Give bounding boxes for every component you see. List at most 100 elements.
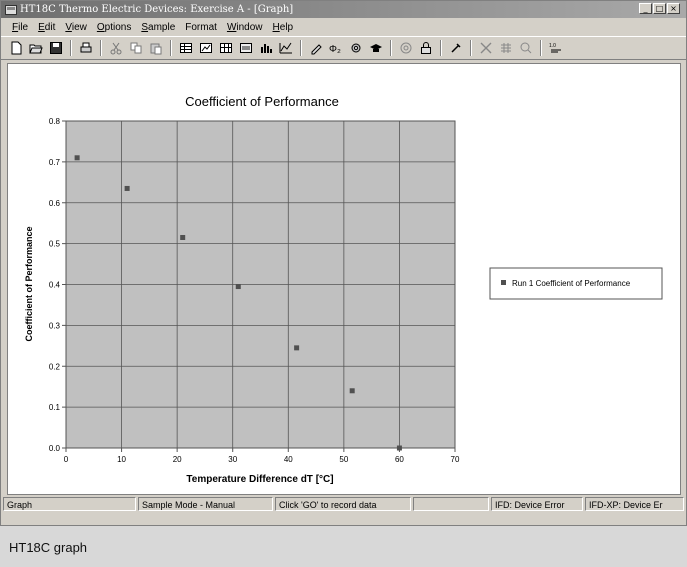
settings-tool-button[interactable] (347, 39, 365, 57)
line-chart-icon (279, 42, 292, 54)
toolbar-separator (540, 40, 542, 56)
x-tick-label: 60 (395, 455, 404, 464)
calculator-icon (501, 43, 511, 53)
probe-tool-button[interactable] (447, 39, 465, 57)
y-tick-label: 0.8 (49, 117, 61, 126)
open-folder-icon (29, 44, 43, 54)
results-tool-button[interactable] (237, 39, 255, 57)
x-tick-label: 40 (284, 455, 293, 464)
toolbar-separator (100, 40, 102, 56)
app-icon (5, 4, 17, 15)
svg-text:Φ₂: Φ₂ (329, 44, 341, 55)
cut-icon (110, 42, 122, 55)
save-tool-button[interactable] (47, 39, 65, 57)
data-point (349, 388, 355, 394)
window-controls: _ □ × (639, 3, 680, 14)
toolbar-separator (300, 40, 302, 56)
bar-chart-tool-button[interactable] (257, 39, 275, 57)
cut-tool-button[interactable] (107, 39, 125, 57)
print-icon (80, 42, 92, 53)
menu-window[interactable]: Window (222, 22, 268, 33)
copy-tool-button[interactable] (127, 39, 145, 57)
legend-marker (501, 280, 506, 285)
y-axis-ticks: 0.0 0.1 0.2 0.3 0.4 0.5 0.6 0.7 0.8 (49, 117, 66, 453)
copy-icon (130, 42, 142, 54)
menu-bar: File Edit View Options Sample Format Win… (1, 18, 686, 36)
menu-format-label: Format (185, 21, 217, 33)
toolbar: Φ₂ 1.0 (1, 36, 686, 60)
menu-file-label: ile (18, 21, 29, 33)
lock-tool-button[interactable] (417, 39, 435, 57)
grid-view-tool-button[interactable] (217, 39, 235, 57)
toolbar-separator (390, 40, 392, 56)
status-ifd: IFD: Device Error (491, 497, 583, 511)
figure-caption: HT18C graph (9, 540, 88, 555)
new-file-tool-button[interactable] (7, 39, 25, 57)
data-point (124, 185, 130, 191)
paste-icon (150, 43, 162, 55)
x-axis-label: Temperature Difference dT [°C] (186, 474, 333, 485)
menu-view-label: iew (71, 21, 87, 33)
menu-format[interactable]: Format (180, 22, 222, 33)
paste-tool-button[interactable] (147, 39, 165, 57)
open-folder-tool-button[interactable] (27, 39, 45, 57)
menu-help[interactable]: Help (268, 22, 299, 33)
toolbar-separator (70, 40, 72, 56)
app-window: HT18C Thermo Electric Devices: Exercise … (0, 0, 687, 526)
x-tool-button[interactable] (477, 39, 495, 57)
menu-help-mnemonic: H (272, 21, 280, 33)
search-tool-button[interactable] (517, 39, 535, 57)
new-file-icon (11, 41, 22, 55)
data-point (235, 284, 241, 290)
title-bar[interactable]: HT18C Thermo Electric Devices: Exercise … (1, 1, 686, 18)
bar-chart-icon (261, 44, 272, 53)
cap-icon (370, 44, 382, 52)
x-tick-label: 50 (339, 455, 348, 464)
calculator-tool-button[interactable] (497, 39, 515, 57)
save-icon (50, 42, 62, 54)
grid-view-icon (220, 43, 232, 53)
minimize-button[interactable]: _ (639, 3, 652, 14)
svg-text:1.0: 1.0 (549, 43, 556, 49)
x-tick-label: 10 (117, 455, 126, 464)
status-sample-mode: Sample Mode - Manual (138, 497, 273, 511)
x-icon (480, 42, 492, 54)
table-view-icon (180, 43, 192, 53)
menu-sample-label: ample (148, 21, 176, 33)
menu-sample[interactable]: Sample (136, 22, 180, 33)
menu-window-label: indow (236, 21, 263, 33)
data-point (180, 234, 186, 240)
menu-view[interactable]: View (60, 22, 92, 33)
zoom-tool-button[interactable] (397, 39, 415, 57)
y-tick-label: 0.2 (49, 362, 61, 371)
y-tick-label: 0.3 (49, 321, 61, 330)
pencil-tool-button[interactable] (307, 39, 325, 57)
phi-icon: Φ₂ (329, 44, 341, 55)
y-tick-label: 0.6 (49, 199, 61, 208)
menu-options-mnemonic: O (96, 21, 105, 33)
restore-button[interactable]: □ (653, 3, 666, 14)
print-tool-button[interactable] (77, 39, 95, 57)
lock-icon (421, 42, 431, 54)
results-icon (240, 43, 252, 53)
menu-options-label: ptions (104, 21, 132, 33)
status-view: Graph (3, 497, 136, 511)
status-hint: Click 'GO' to record data (275, 497, 411, 511)
version-tool-button[interactable]: 1.0 (547, 39, 565, 57)
legend-label: Run 1 Coefficient of Performance (512, 279, 631, 288)
probe-icon (451, 43, 461, 53)
graph-view-tool-button[interactable] (197, 39, 215, 57)
menu-options[interactable]: Options (92, 22, 136, 33)
x-tick-label: 0 (64, 455, 69, 464)
close-button[interactable]: × (667, 3, 680, 14)
menu-edit[interactable]: Edit (33, 22, 60, 33)
cop-scatter-chart: Coefficient of Performance 0.00.10.20.30… (24, 94, 663, 485)
line-chart-tool-button[interactable] (277, 39, 295, 57)
zoom-icon (400, 42, 412, 54)
status-blank (413, 497, 489, 511)
phi-tool-button[interactable]: Φ₂ (327, 39, 345, 57)
data-point (396, 445, 402, 451)
cap-tool-button[interactable] (367, 39, 385, 57)
table-view-tool-button[interactable] (177, 39, 195, 57)
menu-file[interactable]: File (7, 22, 33, 33)
